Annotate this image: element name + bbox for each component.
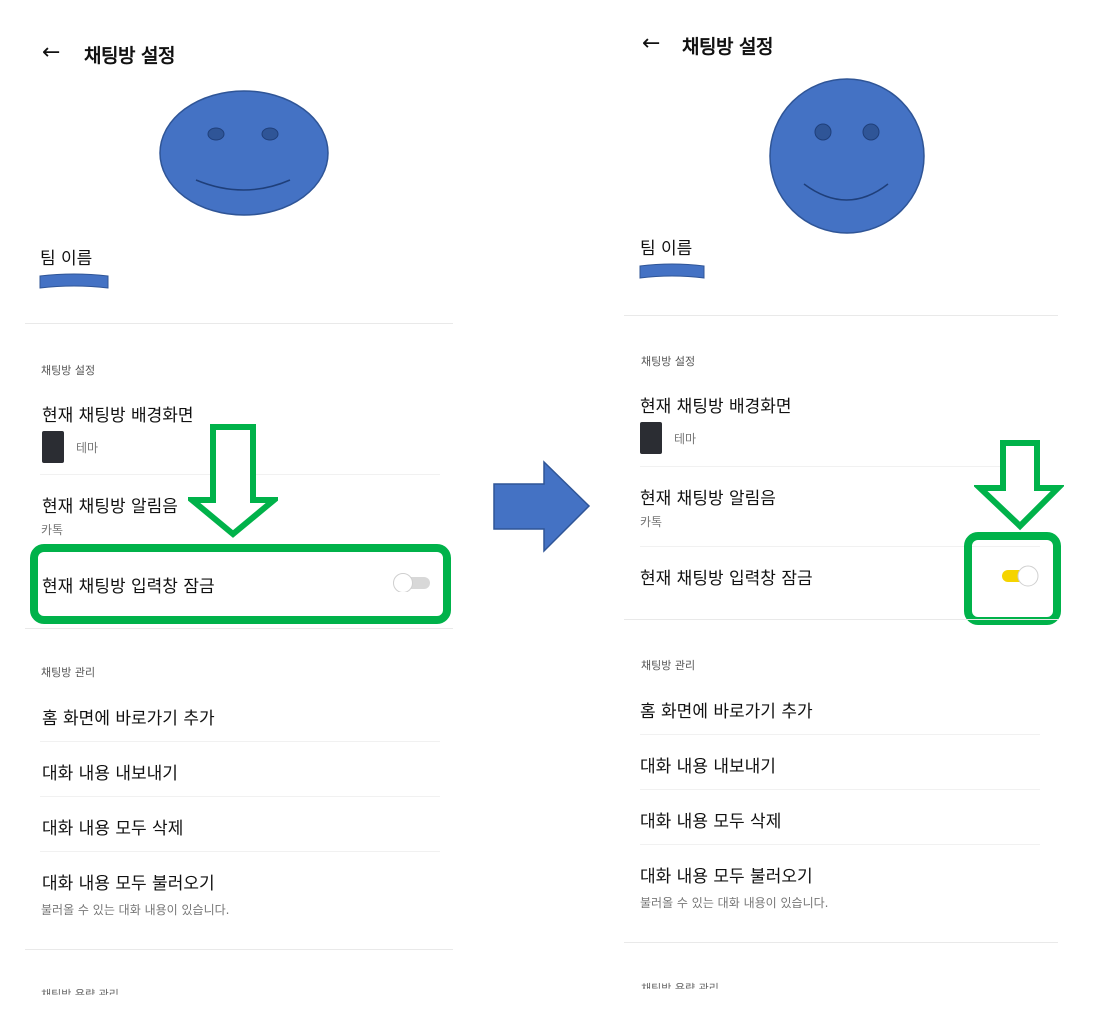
divider — [640, 844, 1040, 845]
divider — [25, 628, 453, 629]
restore-item-sub: 불러올 수 있는 대화 내용이 있습니다. — [640, 896, 829, 910]
section-manage: 채팅방 관리 — [641, 659, 696, 672]
divider — [25, 949, 453, 950]
team-name-label: 팀 이름 — [640, 239, 693, 259]
section-manage: 채팅방 관리 — [41, 666, 96, 679]
profile-image-smiley — [769, 78, 925, 234]
background-value: 테마 — [674, 432, 697, 446]
divider — [25, 323, 453, 324]
divider — [640, 789, 1040, 790]
export-item[interactable]: 대화 내용 내보내기 — [640, 752, 776, 777]
divider — [40, 741, 440, 742]
background-value: 테마 — [76, 441, 99, 455]
divider — [624, 619, 1058, 620]
section-cutoff: 채팅방 용량 관리 — [41, 988, 119, 1001]
restore-item[interactable]: 대화 내용 모두 불러오기 — [42, 869, 215, 894]
profile-image-smiley — [159, 90, 329, 216]
divider — [40, 796, 440, 797]
redacted-team-name — [639, 263, 705, 279]
delete-all-item[interactable]: 대화 내용 모두 삭제 — [640, 807, 781, 832]
shortcut-item[interactable]: 홈 화면에 바로가기 추가 — [42, 704, 215, 729]
redacted-team-name — [39, 273, 109, 289]
down-arrow-indicator — [188, 424, 278, 538]
export-item[interactable]: 대화 내용 내보내기 — [42, 759, 178, 784]
divider — [640, 734, 1040, 735]
page-title: 채팅방 설정 — [84, 45, 176, 67]
team-name-label: 팀 이름 — [40, 249, 93, 269]
background-label: 현재 채팅방 배경화면 — [42, 406, 194, 426]
highlight-box — [30, 544, 451, 624]
page-title: 채팅방 설정 — [682, 36, 774, 58]
notification-value: 카톡 — [640, 515, 663, 529]
highlight-box — [964, 532, 1061, 625]
delete-all-item[interactable]: 대화 내용 모두 삭제 — [42, 814, 183, 839]
section-cutoff: 채팅방 용량 관리 — [641, 982, 719, 995]
theme-swatch — [640, 422, 662, 454]
back-arrow-icon[interactable]: ← — [42, 42, 60, 64]
back-arrow-icon[interactable]: ← — [642, 33, 660, 55]
after-screen: ← 채팅방 설정 팀 이름 채팅방 설정 현재 채팅방 배경화면 테마 현재 채… — [600, 0, 1096, 1021]
input-lock-label: 현재 채팅방 입력창 잠금 — [640, 569, 813, 589]
transition-arrow — [493, 460, 591, 553]
notification-label: 현재 채팅방 알림음 — [640, 489, 776, 509]
notification-label: 현재 채팅방 알림음 — [42, 497, 178, 517]
section-chat-settings: 채팅방 설정 — [641, 355, 696, 368]
background-label: 현재 채팅방 배경화면 — [640, 397, 792, 417]
divider — [40, 851, 440, 852]
divider — [624, 942, 1058, 943]
divider — [624, 315, 1058, 316]
before-screen: ← 채팅방 설정 팀 이름 채팅방 설정 현재 채팅방 배경화면 테마 현재 채… — [0, 0, 480, 1021]
restore-item-sub: 불러올 수 있는 대화 내용이 있습니다. — [41, 903, 230, 917]
notification-value: 카톡 — [41, 523, 64, 537]
section-chat-settings: 채팅방 설정 — [41, 364, 96, 377]
shortcut-item[interactable]: 홈 화면에 바로가기 추가 — [640, 697, 813, 722]
down-arrow-indicator — [974, 440, 1064, 531]
theme-swatch — [42, 431, 64, 463]
restore-item[interactable]: 대화 내용 모두 불러오기 — [640, 862, 813, 887]
